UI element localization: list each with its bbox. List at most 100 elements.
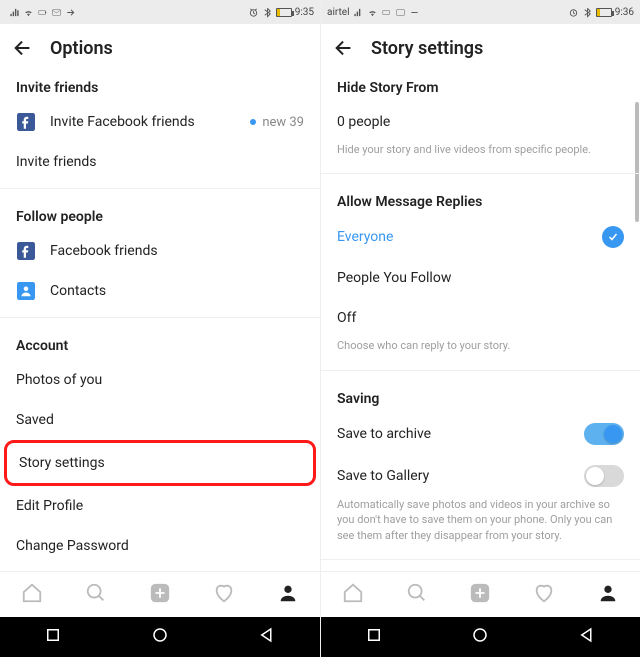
section-sharing: Sharing <box>321 566 640 571</box>
replies-subtext: Choose who can reply to your story. <box>321 338 640 363</box>
row-contacts[interactable]: Contacts <box>0 271 320 311</box>
search-icon <box>85 582 107 604</box>
tab-search[interactable] <box>406 582 428 608</box>
header: Options <box>0 24 320 72</box>
facebook-icon <box>16 112 36 132</box>
tab-profile[interactable] <box>277 582 299 608</box>
row-reply-everyone[interactable]: Everyone <box>321 216 640 258</box>
square-icon <box>365 626 383 644</box>
divider <box>321 559 640 560</box>
row-label: Saved <box>16 412 304 428</box>
tab-activity[interactable] <box>533 582 555 608</box>
nav-recent[interactable] <box>365 626 383 648</box>
alarm-icon <box>248 7 259 18</box>
row-label: Save to archive <box>337 426 584 442</box>
contacts-icon <box>16 281 36 301</box>
row-change-password[interactable]: Change Password <box>0 526 320 566</box>
tab-home[interactable] <box>342 582 364 608</box>
saving-subtext: Automatically save photos and videos in … <box>321 497 640 553</box>
row-label: Contacts <box>50 283 304 299</box>
row-photos-of-you[interactable]: Photos of you <box>0 360 320 400</box>
header-title: Options <box>50 38 113 59</box>
nav-back[interactable] <box>578 626 596 648</box>
row-saved[interactable]: Saved <box>0 400 320 440</box>
section-follow-people: Follow people <box>0 195 320 231</box>
bluetooth-icon <box>582 7 593 18</box>
triangle-left-icon <box>258 626 276 644</box>
section-hide-story: Hide Story From <box>321 72 640 102</box>
toggle-gallery[interactable] <box>584 465 624 487</box>
tab-bar <box>0 571 320 617</box>
header-title: Story settings <box>371 38 483 59</box>
new-dot-icon <box>250 119 256 125</box>
mail-icon <box>395 7 406 18</box>
row-save-archive[interactable]: Save to archive <box>321 413 640 455</box>
row-label: Edit Profile <box>16 498 304 514</box>
divider <box>0 188 320 189</box>
back-button[interactable] <box>333 37 355 59</box>
nav-home[interactable] <box>151 626 169 648</box>
status-bar: airtel 9:36 <box>321 0 640 24</box>
search-icon <box>406 582 428 604</box>
arrow-icon <box>65 7 76 18</box>
tab-search[interactable] <box>85 582 107 608</box>
section-replies: Allow Message Replies <box>321 180 640 216</box>
row-save-gallery[interactable]: Save to Gallery <box>321 455 640 497</box>
row-invite-facebook[interactable]: Invite Facebook friends new 39 <box>0 102 320 142</box>
triangle-left-icon <box>578 626 596 644</box>
row-hide-count[interactable]: 0 people <box>321 102 640 142</box>
home-icon <box>342 582 364 604</box>
signal-icon <box>9 7 20 18</box>
tab-home[interactable] <box>21 582 43 608</box>
new-badge: new 39 <box>262 115 304 130</box>
toggle-archive[interactable] <box>584 423 624 445</box>
phone-right: airtel 9:36 Story settings Hide Story Fr… <box>320 0 640 657</box>
row-label: Story settings <box>19 455 297 471</box>
row-two-factor[interactable]: Two-factor authentication <box>0 566 320 571</box>
arrow-left-icon <box>12 37 34 59</box>
back-button[interactable] <box>12 37 34 59</box>
row-reply-follow[interactable]: People You Follow <box>321 258 640 298</box>
tab-activity[interactable] <box>213 582 235 608</box>
heart-icon <box>533 582 555 604</box>
bluetooth-icon <box>262 7 273 18</box>
divider <box>0 317 320 318</box>
row-reply-off[interactable]: Off <box>321 298 640 338</box>
add-icon <box>469 582 491 604</box>
row-story-settings[interactable]: Story settings <box>7 443 313 483</box>
row-invite-friends[interactable]: Invite friends <box>0 142 320 182</box>
nav-recent[interactable] <box>44 626 62 648</box>
wifi-icon <box>23 7 34 18</box>
profile-icon <box>277 582 299 604</box>
hide-subtext: Hide your story and live videos from spe… <box>321 142 640 167</box>
battery-icon <box>596 8 612 17</box>
tab-profile[interactable] <box>597 582 619 608</box>
row-label: People You Follow <box>337 270 624 286</box>
row-label: Everyone <box>337 229 602 245</box>
story-settings-highlight: Story settings <box>4 440 316 486</box>
status-time: 9:36 <box>615 7 634 18</box>
carrier-label: airtel <box>327 7 350 18</box>
row-label: Facebook friends <box>50 243 304 259</box>
alarm-icon <box>568 7 579 18</box>
circle-icon <box>151 626 169 644</box>
content-area: Invite friends Invite Facebook friends n… <box>0 72 320 571</box>
tab-add[interactable] <box>149 582 171 608</box>
signal-icon <box>353 7 364 18</box>
row-edit-profile[interactable]: Edit Profile <box>0 486 320 526</box>
nav-back[interactable] <box>258 626 276 648</box>
arrow-left-icon <box>333 37 355 59</box>
circle-icon <box>471 626 489 644</box>
row-label: Save to Gallery <box>337 468 584 484</box>
tab-bar <box>321 571 640 617</box>
row-label: Invite Facebook friends <box>50 114 250 130</box>
row-label: Off <box>337 310 624 326</box>
section-invite-friends: Invite friends <box>0 72 320 102</box>
mail-icon <box>51 7 62 18</box>
tab-add[interactable] <box>469 582 491 608</box>
row-facebook-friends[interactable]: Facebook friends <box>0 231 320 271</box>
heart-icon <box>213 582 235 604</box>
row-label: Invite friends <box>16 154 304 170</box>
nav-home[interactable] <box>471 626 489 648</box>
section-account: Account <box>0 324 320 360</box>
